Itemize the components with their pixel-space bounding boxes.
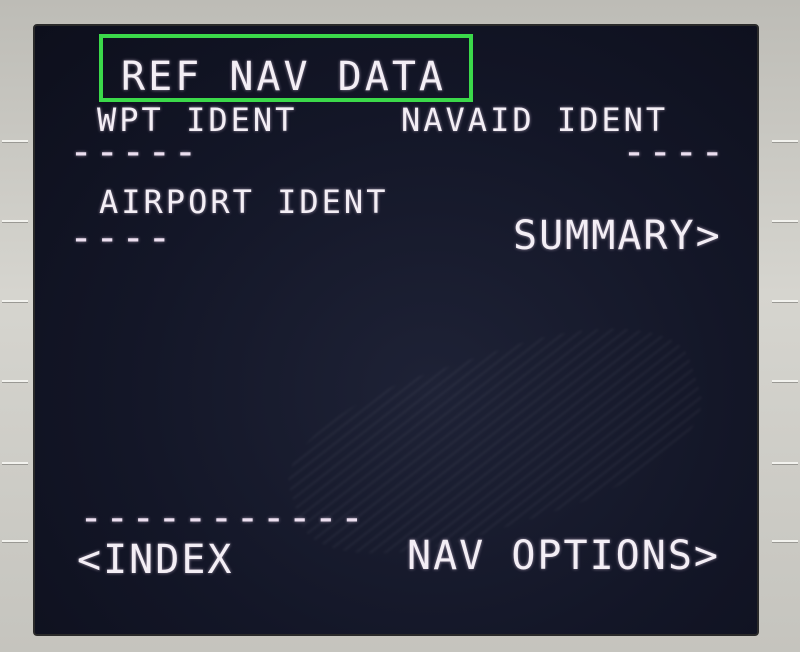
- left-line-select-tick-1: [2, 140, 28, 142]
- page-title: REF NAV DATA: [121, 54, 446, 100]
- wpt-ident-field[interactable]: -----: [69, 132, 199, 172]
- index-prompt[interactable]: <INDEX: [77, 540, 234, 580]
- right-line-select-tick-3: [772, 300, 798, 302]
- left-line-select-tick-4: [2, 380, 28, 382]
- left-line-select-tick-5: [2, 462, 28, 464]
- left-line-select-tick-2: [2, 220, 28, 222]
- left-line-select-tick-3: [2, 300, 28, 302]
- right-line-select-tick-4: [772, 380, 798, 382]
- right-line-select-tick-2: [772, 220, 798, 222]
- airport-ident-field[interactable]: ----: [69, 218, 173, 258]
- airport-ident-label: AIRPORT IDENT: [99, 183, 389, 221]
- navaid-ident-field[interactable]: ----: [622, 132, 726, 172]
- left-line-select-tick-6: [2, 540, 28, 542]
- nav-options-prompt[interactable]: NAV OPTIONS>: [407, 536, 720, 576]
- cdu-display: REF NAV DATA WPT IDENT NAVAID IDENT ----…: [33, 24, 759, 636]
- right-line-select-tick-5: [772, 462, 798, 464]
- summary-prompt[interactable]: SUMMARY>: [513, 216, 722, 256]
- separator-line: -----------: [79, 495, 366, 541]
- right-line-select-tick-6: [772, 540, 798, 542]
- right-line-select-tick-1: [772, 140, 798, 142]
